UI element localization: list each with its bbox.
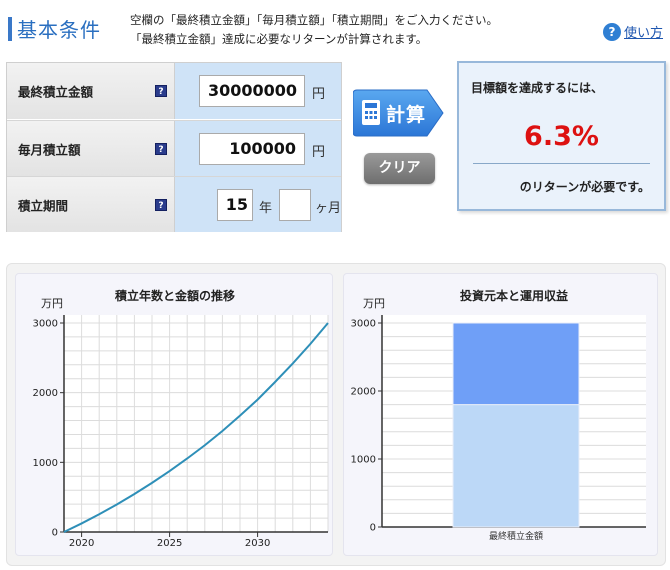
calculator-icon — [362, 100, 380, 125]
required-return-rate: 6.3% — [524, 121, 599, 152]
bar-chart-card: 0 1000 2000 3000 投資元本と運用収益万円最終積立金額 — [343, 273, 658, 556]
bar-segment-principal — [452, 404, 580, 528]
clear-button[interactable]: クリア — [364, 153, 435, 184]
x-tick-label: 2030 — [245, 538, 270, 549]
result-tail: のリターンが必要です。 — [519, 180, 650, 194]
x-tick-label: 2025 — [157, 538, 182, 549]
result-box: 目標額を達成するには、 6.3% のリターンが必要です。 — [457, 61, 666, 211]
question-icon[interactable]: ? — [155, 198, 167, 211]
x-tick-label: 2020 — [69, 538, 94, 549]
period-label: 積立期間 — [18, 198, 69, 213]
help-link[interactable]: ? 使い方 — [603, 22, 663, 41]
input-form: 最終積立金額 ? 30000000 円 毎月積立額 ? 100000 円 積立期… — [6, 62, 342, 232]
question-icon[interactable]: ? — [155, 85, 167, 97]
result-heading: 目標額を達成するには、 — [471, 81, 604, 95]
final-amount-input[interactable]: 30000000 — [199, 75, 305, 107]
y-tick-label: 3000 — [351, 319, 376, 330]
period-months-input[interactable] — [279, 189, 311, 221]
years-unit: 年 — [259, 201, 273, 216]
bar-segment-returns — [452, 322, 580, 406]
calculate-button[interactable]: 計算 — [353, 88, 445, 138]
form-row-monthly: 毎月積立額 ? 100000 円 — [7, 120, 341, 176]
y-tick-label: 1000 — [33, 458, 58, 469]
final-amount-label: 最終積立金額 — [18, 84, 94, 100]
monthly-amount-label: 毎月積立額 — [18, 142, 81, 157]
x-category-label: 最終積立金額 — [489, 530, 543, 542]
calculate-button-label: 計算 — [386, 104, 427, 126]
monthly-amount-unit: 円 — [312, 145, 326, 160]
title-accent-bar — [8, 17, 12, 41]
months-unit: ヶ月 — [315, 201, 342, 216]
plot-area — [64, 315, 328, 532]
section-title: 基本条件 — [17, 18, 101, 42]
period-years-input[interactable]: 15 — [217, 189, 253, 221]
instructions-line-1: 空欄の「最終積立金額」「毎月積立額」「積立期間」をご入力ください。 — [130, 13, 498, 27]
chart-panel: 0 1000 2000 3000 2020 2025 2030 積立年数と金額の推移万円 0 1… — [6, 263, 666, 566]
bar-chart: 0 1000 2000 3000 投資元本と運用収益万円最終積立金額 — [351, 288, 646, 542]
question-icon[interactable]: ? — [155, 142, 167, 155]
bar-chart-y-unit: 万円 — [363, 297, 385, 310]
result-divider — [473, 163, 650, 164]
y-tick-label: 0 — [370, 523, 376, 534]
y-tick-label: 1000 — [351, 455, 376, 466]
line-chart: 0 1000 2000 3000 2020 2025 2030 積立年数と金額の推移万円 — [33, 288, 329, 549]
line-chart-y-unit: 万円 — [41, 297, 63, 310]
y-tick-label: 2000 — [33, 388, 58, 399]
help-link-label[interactable]: 使い方 — [624, 22, 663, 41]
form-row-final-amount: 最終積立金額 ? 30000000 円 — [7, 63, 341, 119]
form-row-period: 積立期間 ? 15 年 ヶ月 — [7, 176, 341, 232]
y-tick-label: 0 — [52, 528, 58, 539]
y-tick-label: 3000 — [33, 319, 58, 330]
monthly-amount-input[interactable]: 100000 — [199, 133, 305, 165]
line-chart-title: 積立年数と金額の推移 — [114, 288, 235, 303]
help-icon: ? — [603, 22, 621, 41]
instructions-line-2: 「最終積立金額」達成に必要なリターンが計算されます。 — [130, 32, 428, 46]
line-chart-card: 0 1000 2000 3000 2020 2025 2030 積立年数と金額の推移万円 — [15, 273, 333, 556]
bar-chart-title: 投資元本と運用収益 — [460, 288, 568, 303]
y-tick-label: 2000 — [351, 387, 376, 398]
instructions: 空欄の「最終積立金額」「毎月積立額」「積立期間」をご入力ください。 「最終積立金… — [130, 11, 498, 49]
final-amount-unit: 円 — [312, 87, 326, 102]
